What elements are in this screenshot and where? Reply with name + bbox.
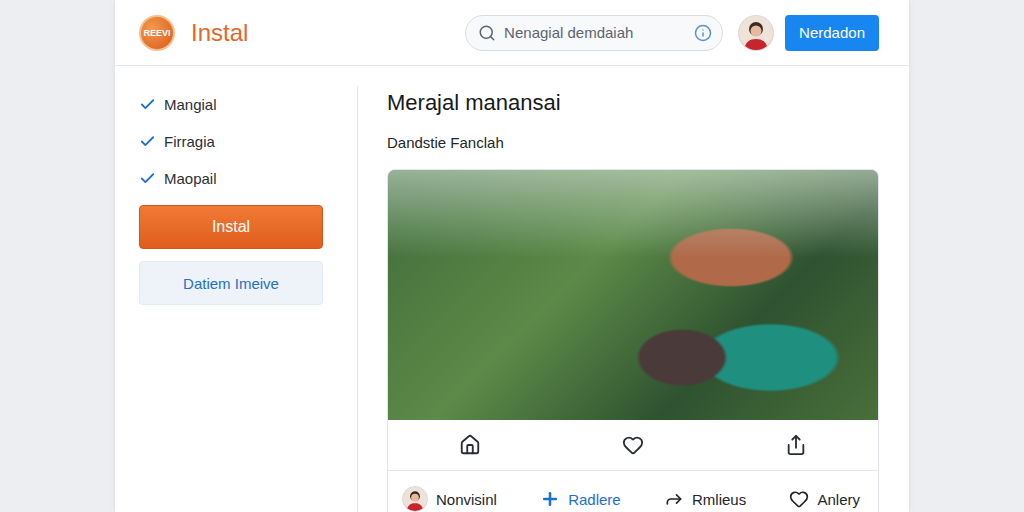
page: REEVI Instal Nenagial demdaiah Nerdadon Mang… (115, 0, 909, 512)
forward-icon (664, 489, 684, 509)
avatar-icon (739, 16, 773, 50)
search-field[interactable]: Nenagial demdaiah (465, 15, 723, 51)
header-button[interactable]: Nerdadon (785, 15, 879, 51)
sidebar-item[interactable]: Mangial (139, 86, 338, 123)
search-icon (478, 24, 496, 42)
plus-icon (540, 489, 560, 509)
post-title: Merajal manansai (387, 90, 879, 116)
sidebar-item[interactable]: Maopail (139, 160, 338, 197)
post-footer: Nonvisinl Radlere Rmlieus Anlery (388, 470, 878, 512)
post-photo[interactable] (388, 170, 878, 420)
post-card: Nonvisinl Radlere Rmlieus Anlery (387, 169, 879, 512)
avatar-icon (403, 487, 427, 511)
check-icon (139, 133, 156, 150)
brand[interactable]: REEVI Instal (139, 15, 248, 51)
home-icon[interactable] (459, 434, 481, 456)
sidebar: MangialFirragiaMaopail Instal Datiem Imeiv… (115, 86, 358, 512)
post-subtitle: Dandstie Fanclah (387, 134, 879, 151)
footer-item[interactable]: Nonvisinl (402, 486, 497, 512)
brand-name[interactable]: Instal (191, 19, 248, 47)
header: REEVI Instal Nenagial demdaiah Nerdadon (115, 0, 909, 66)
search-placeholder: Nenagial demdaiah (504, 24, 686, 41)
primary-button[interactable]: Instal (139, 205, 323, 249)
check-icon (139, 96, 156, 113)
user-avatar[interactable] (738, 15, 774, 51)
share-icon[interactable] (785, 434, 807, 456)
secondary-button[interactable]: Datiem Imeive (139, 261, 323, 305)
footer-item[interactable]: Rmlieus (664, 489, 746, 509)
footer-item[interactable]: Radlere (540, 489, 621, 509)
footer-item[interactable]: Anlery (789, 489, 860, 509)
main-content: Merajal manansai Dandstie Fanclah Nonvisin… (358, 66, 909, 512)
info-icon[interactable] (694, 24, 712, 42)
logo[interactable]: REEVI (139, 15, 175, 51)
sidebar-item[interactable]: Firragia (139, 123, 338, 160)
heart-icon (789, 489, 809, 509)
heart-icon[interactable] (622, 434, 644, 456)
check-icon (139, 170, 156, 187)
action-bar (388, 420, 878, 470)
